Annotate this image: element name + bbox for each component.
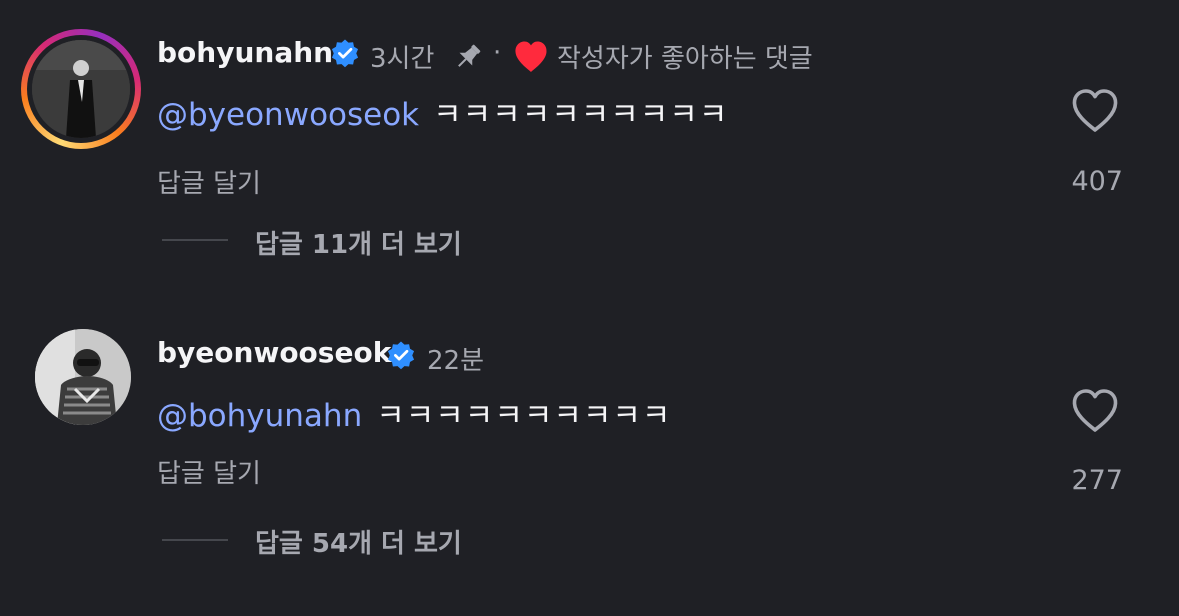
liked-by-author-label: 작성자가 좋아하는 댓글: [557, 44, 813, 74]
view-replies-button[interactable]: 답글 54개 더 보기: [255, 523, 462, 560]
view-replies-button[interactable]: 답글 11개 더 보기: [255, 224, 462, 261]
avatar[interactable]: [35, 329, 131, 425]
comment-text: ㅋㅋㅋㅋㅋㅋㅋㅋㅋㅋ: [376, 398, 672, 434]
avatar[interactable]: [21, 29, 141, 149]
comment-item: bohyunahn 3시간 · 작성자가 좋아하는 댓글 @byeonwoose…: [0, 0, 1179, 300]
comment-time: 3시간: [370, 44, 435, 74]
replies-divider-line: [162, 239, 228, 241]
comment-time: 22분: [427, 346, 485, 376]
heart-filled-icon: [515, 41, 547, 72]
separator-dot: ·: [493, 38, 502, 68]
like-count: 407: [1071, 166, 1123, 197]
avatar-photo: [32, 40, 130, 138]
person-silhouette-icon: [32, 40, 130, 138]
like-count: 277: [1071, 465, 1123, 496]
username[interactable]: bohyunahn: [157, 36, 333, 69]
comment-body: @bohyunahn ㅋㅋㅋㅋㅋㅋㅋㅋㅋㅋ: [157, 390, 671, 435]
mention-link[interactable]: @byeonwooseok: [157, 97, 419, 133]
verified-badge-icon: [331, 39, 359, 68]
username[interactable]: byeonwooseok: [157, 336, 391, 369]
comment-body: @byeonwooseok ㅋㅋㅋㅋㅋㅋㅋㅋㅋㅋ: [157, 89, 728, 134]
comment-text: ㅋㅋㅋㅋㅋㅋㅋㅋㅋㅋ: [433, 97, 729, 133]
reply-button[interactable]: 답글 달기: [157, 163, 261, 200]
heart-outline-icon[interactable]: [1071, 88, 1119, 134]
pin-icon: [458, 44, 481, 67]
mention-link[interactable]: @bohyunahn: [157, 398, 362, 434]
verified-badge-icon: [387, 341, 415, 370]
reply-button[interactable]: 답글 달기: [157, 453, 261, 490]
replies-divider-line: [162, 539, 228, 541]
heart-outline-icon[interactable]: [1071, 388, 1119, 434]
avatar-story-ring-gap: [27, 35, 135, 143]
comment-item: byeonwooseok 22분 @bohyunahn ㅋㅋㅋㅋㅋㅋㅋㅋㅋㅋ 답글…: [0, 300, 1179, 616]
person-photo-icon: [35, 329, 131, 425]
